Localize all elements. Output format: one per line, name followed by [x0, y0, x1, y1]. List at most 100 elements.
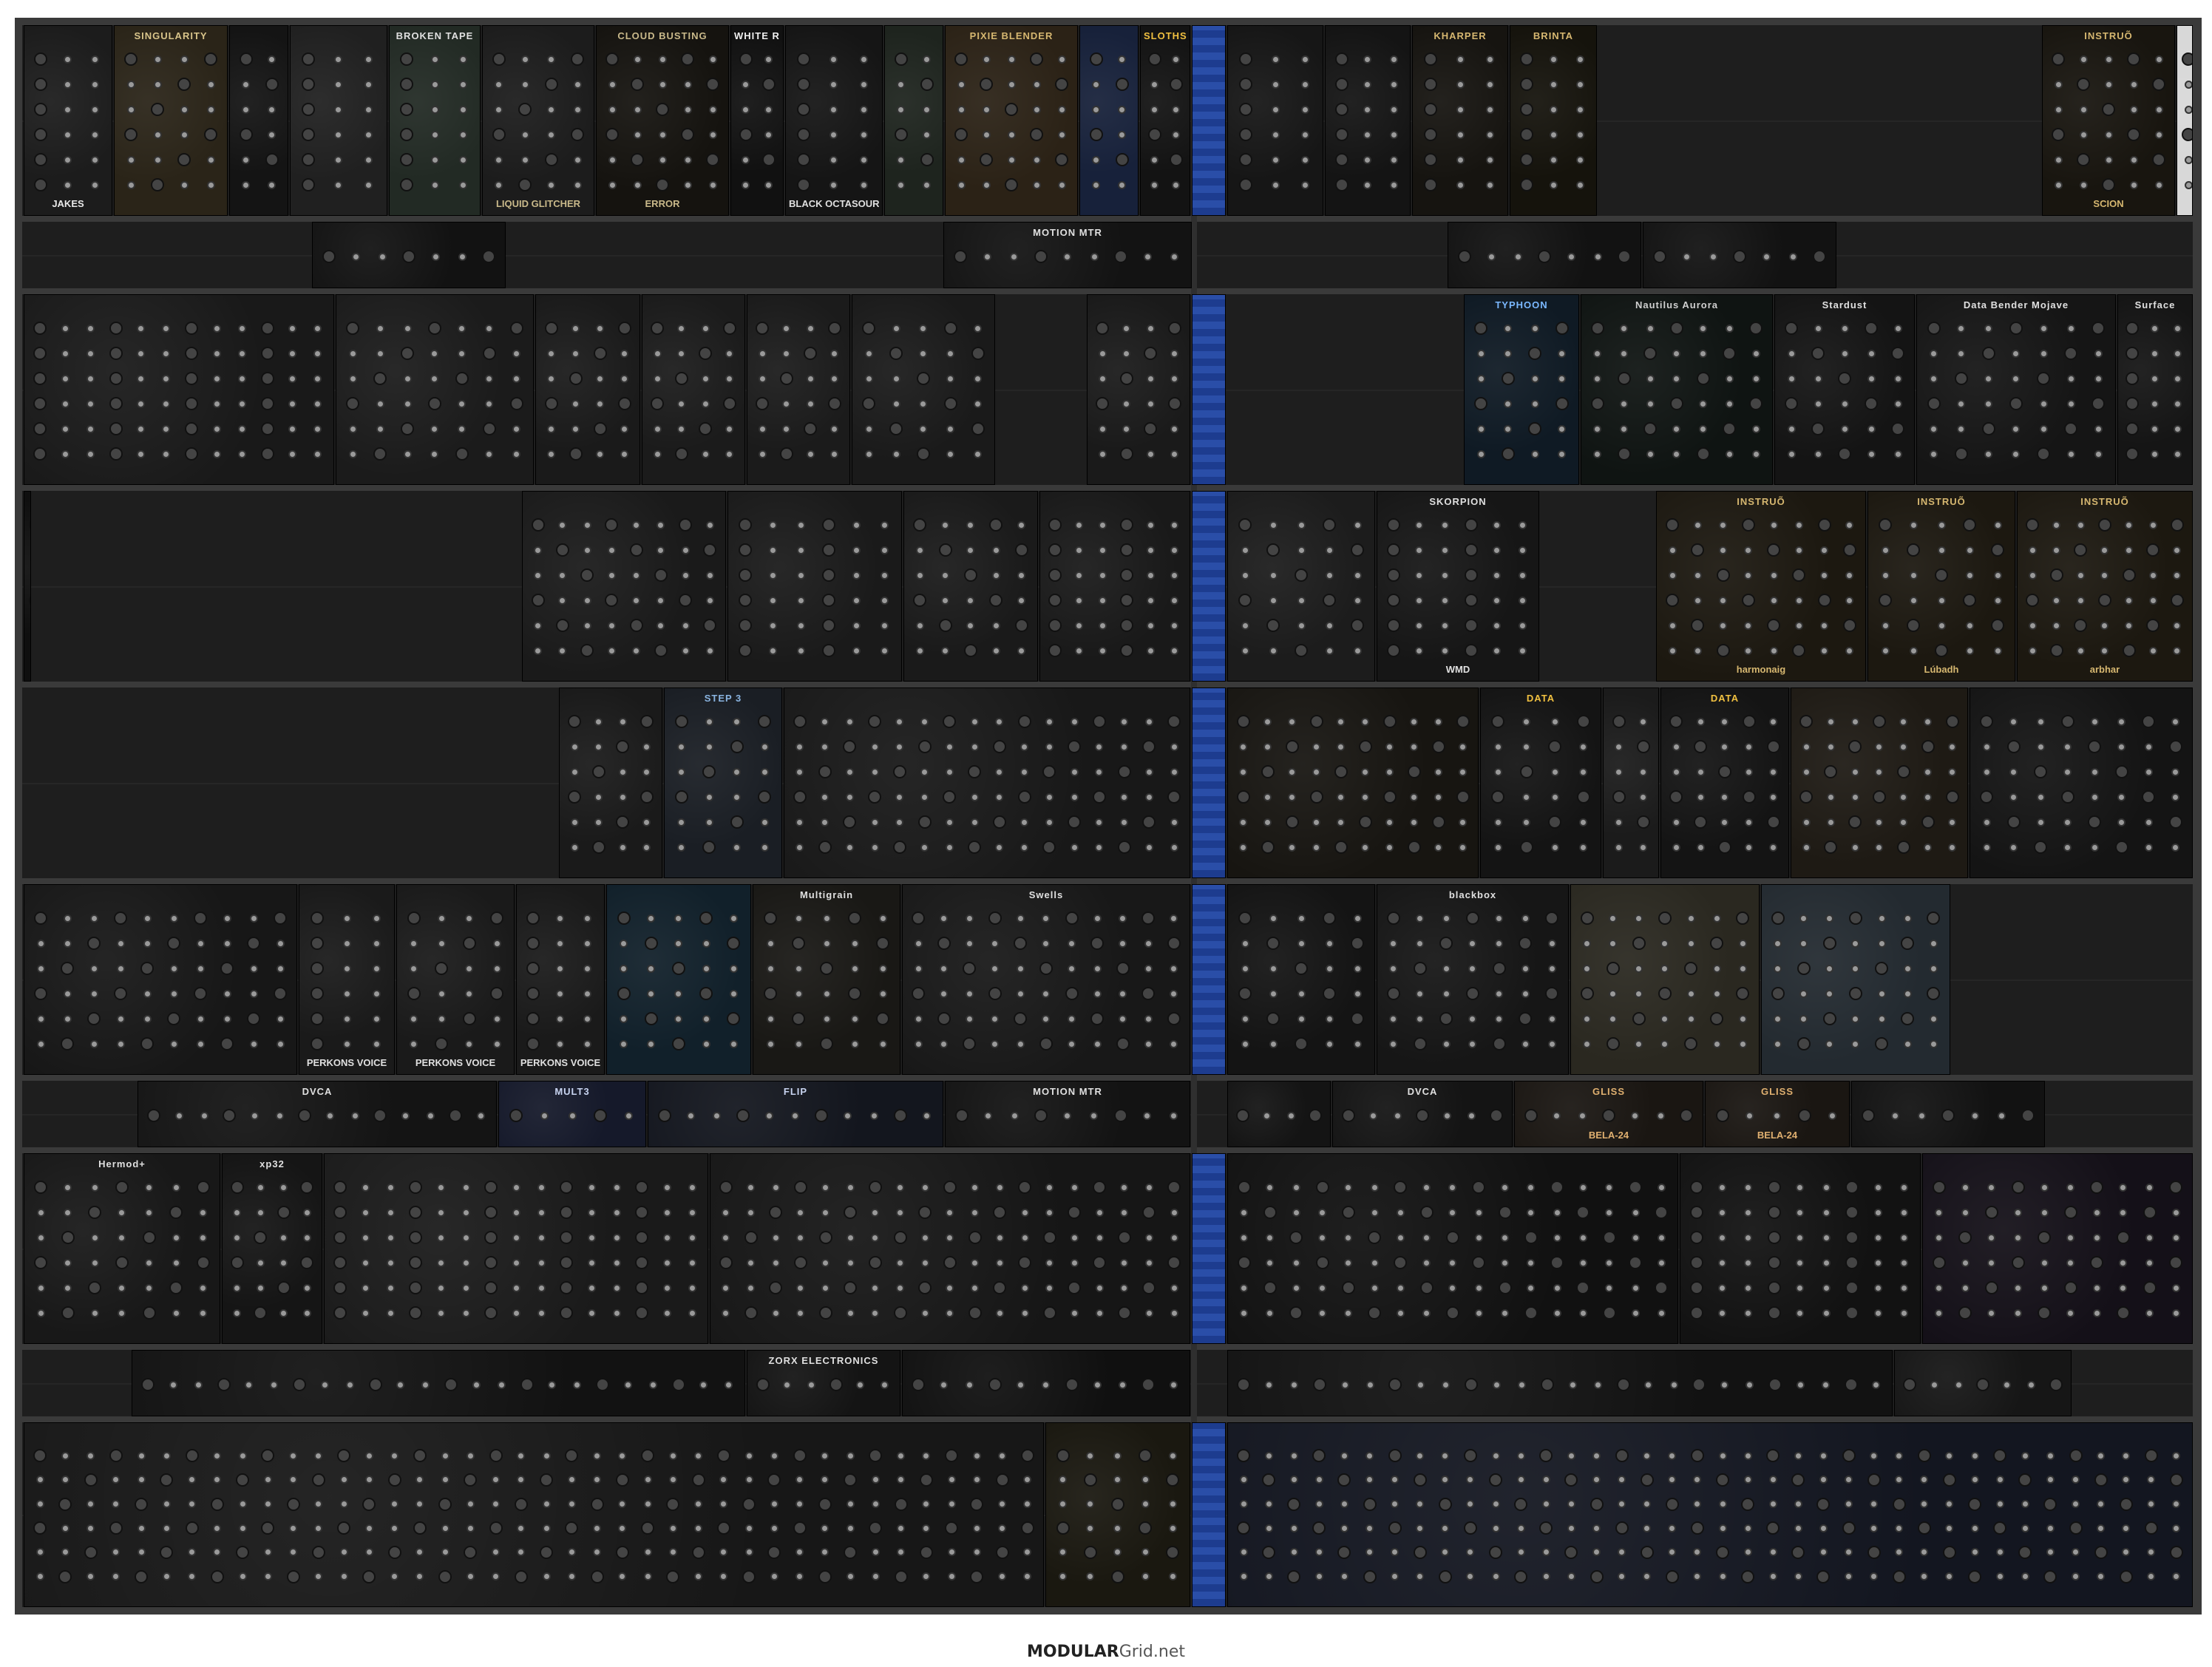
jack-icon[interactable] — [1982, 767, 1991, 776]
knob-icon[interactable] — [1238, 518, 1252, 532]
knob-icon[interactable] — [1519, 841, 1533, 854]
jack-icon[interactable] — [35, 1500, 44, 1509]
knob-icon[interactable] — [109, 322, 123, 335]
jack-icon[interactable] — [188, 1500, 197, 1509]
jack-icon[interactable] — [1466, 1500, 1475, 1509]
jack-icon[interactable] — [1363, 80, 1372, 89]
jack-icon[interactable] — [1325, 546, 1334, 554]
jack-icon[interactable] — [1920, 1500, 1929, 1509]
knob-icon[interactable] — [492, 52, 506, 66]
jack-icon[interactable] — [915, 646, 924, 655]
knob-icon[interactable] — [995, 1545, 1009, 1559]
jack-icon[interactable] — [263, 1500, 272, 1509]
jack-icon[interactable] — [1522, 818, 1531, 826]
knob-icon[interactable] — [1005, 178, 1018, 191]
jack-icon[interactable] — [1788, 252, 1797, 261]
knob-icon[interactable] — [1816, 1569, 1831, 1583]
knob-icon[interactable] — [1323, 911, 1336, 925]
jack-icon[interactable] — [325, 1111, 334, 1120]
knob-icon[interactable] — [739, 128, 753, 141]
jack-icon[interactable] — [1092, 155, 1100, 164]
knob-icon[interactable] — [1042, 1306, 1056, 1320]
jack-icon[interactable] — [1575, 155, 1584, 164]
jack-icon[interactable] — [1269, 520, 1278, 529]
jack-icon[interactable] — [1527, 1258, 1536, 1267]
jack-icon[interactable] — [594, 742, 603, 751]
jack-icon[interactable] — [2046, 1476, 2055, 1484]
jack-icon[interactable] — [702, 939, 710, 948]
knob-icon[interactable] — [894, 52, 908, 66]
knob-icon[interactable] — [2049, 644, 2063, 657]
jack-icon[interactable] — [796, 1208, 805, 1217]
knob-icon[interactable] — [2102, 178, 2115, 191]
jack-icon[interactable] — [1170, 1208, 1178, 1217]
jack-icon[interactable] — [137, 324, 146, 333]
jack-icon[interactable] — [1620, 399, 1629, 408]
jack-icon[interactable] — [1744, 571, 1753, 580]
jack-icon[interactable] — [1712, 964, 1721, 973]
jack-icon[interactable] — [1057, 105, 1066, 114]
knob-icon[interactable] — [484, 1256, 498, 1269]
knob-icon[interactable] — [1691, 543, 1705, 557]
jack-icon[interactable] — [1930, 349, 1938, 358]
jack-icon[interactable] — [633, 105, 642, 114]
knob-icon[interactable] — [2152, 78, 2165, 91]
knob-icon[interactable] — [1798, 1109, 1812, 1122]
knob-icon[interactable] — [247, 1012, 260, 1025]
jack-icon[interactable] — [620, 1014, 628, 1023]
jack-icon[interactable] — [1288, 843, 1296, 852]
knob-icon[interactable] — [311, 1545, 325, 1559]
jack-icon[interactable] — [830, 80, 838, 89]
jack-icon[interactable] — [2129, 80, 2138, 89]
jack-icon[interactable] — [126, 80, 135, 89]
jack-icon[interactable] — [1300, 180, 1309, 189]
jack-icon[interactable] — [1799, 989, 1808, 998]
knob-icon[interactable] — [1694, 815, 1708, 829]
jack-icon[interactable] — [1353, 1039, 1362, 1048]
knob-icon[interactable] — [333, 1256, 347, 1269]
jack-icon[interactable] — [1948, 843, 1957, 852]
knob-icon[interactable] — [560, 1306, 573, 1320]
knob-icon[interactable] — [742, 1569, 756, 1583]
jack-icon[interactable] — [795, 742, 804, 751]
jack-icon[interactable] — [1325, 571, 1334, 580]
jack-icon[interactable] — [1144, 1308, 1153, 1317]
knob-icon[interactable] — [230, 1181, 244, 1194]
knob-icon[interactable] — [1842, 543, 1856, 557]
jack-icon[interactable] — [768, 596, 777, 605]
jack-icon[interactable] — [1144, 1183, 1153, 1192]
knob-icon[interactable] — [1658, 911, 1672, 925]
jack-icon[interactable] — [852, 546, 861, 554]
jack-icon[interactable] — [1530, 399, 1539, 408]
jack-icon[interactable] — [1263, 717, 1272, 726]
knob-icon[interactable] — [333, 1206, 347, 1219]
jack-icon[interactable] — [1635, 914, 1643, 923]
jack-icon[interactable] — [1875, 742, 1884, 751]
jack-icon[interactable] — [982, 105, 991, 114]
jack-icon[interactable] — [768, 520, 777, 529]
jack-icon[interactable] — [1441, 1476, 1450, 1484]
jack-icon[interactable] — [91, 55, 100, 64]
jack-icon[interactable] — [1448, 1208, 1457, 1217]
knob-icon[interactable] — [889, 422, 903, 435]
knob-icon[interactable] — [1710, 937, 1724, 950]
jack-icon[interactable] — [914, 1014, 923, 1023]
knob-icon[interactable] — [703, 543, 717, 557]
knob-icon[interactable] — [2126, 322, 2140, 335]
jack-icon[interactable] — [1485, 55, 1494, 64]
knob-icon[interactable] — [797, 153, 811, 166]
jack-icon[interactable] — [1170, 252, 1179, 261]
jack-icon[interactable] — [612, 1183, 621, 1192]
jack-icon[interactable] — [1120, 818, 1129, 826]
jack-icon[interactable] — [864, 374, 873, 383]
jack-icon[interactable] — [485, 449, 494, 458]
knob-icon[interactable] — [699, 911, 713, 925]
knob-icon[interactable] — [938, 619, 952, 632]
jack-icon[interactable] — [702, 1014, 710, 1023]
knob-icon[interactable] — [526, 1037, 540, 1050]
knob-icon[interactable] — [1524, 1306, 1538, 1320]
knob-icon[interactable] — [1092, 790, 1106, 804]
module-module-r5-03[interactable] — [784, 687, 1190, 878]
jack-icon[interactable] — [583, 520, 591, 529]
jack-icon[interactable] — [618, 767, 627, 776]
